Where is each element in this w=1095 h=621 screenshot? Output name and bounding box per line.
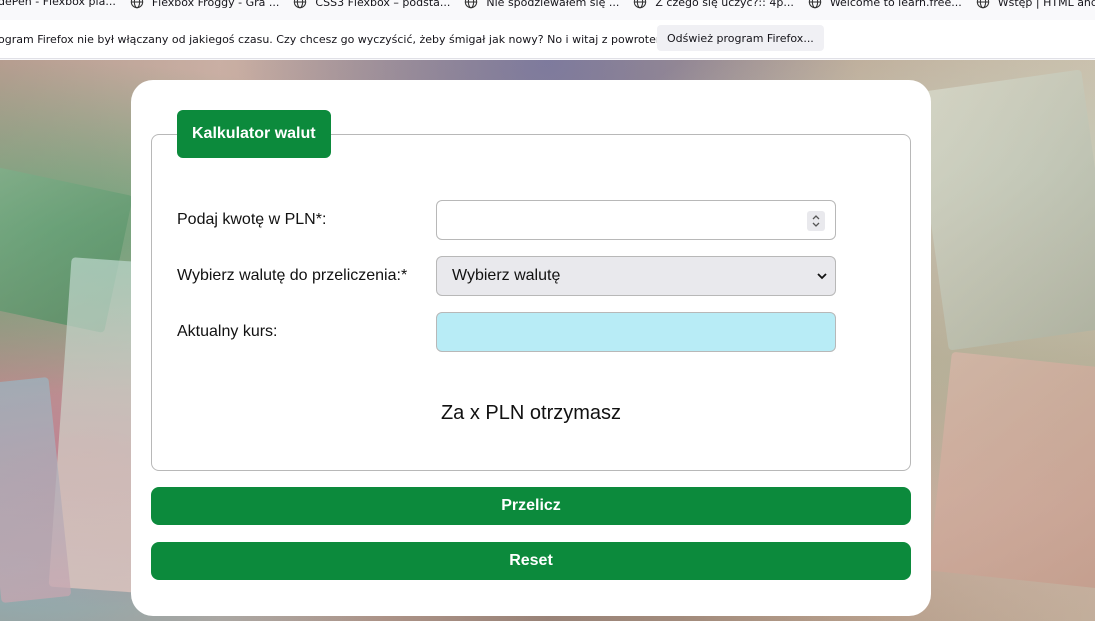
- globe-icon: [294, 0, 307, 9]
- number-spinner[interactable]: [807, 211, 825, 231]
- result-text: Za x PLN otrzymasz: [440, 402, 622, 424]
- banknote-decoration: [912, 69, 1095, 351]
- banknote-decoration: [928, 351, 1095, 589]
- notification-message: ogram Firefox nie był włączany od jakieg…: [0, 32, 671, 46]
- chevron-down-icon: [817, 273, 827, 280]
- bookmark-item[interactable]: Nie spodziewałem się ...: [464, 0, 619, 9]
- globe-icon: [634, 0, 647, 9]
- bookmark-label: dePen - Flexbox pla...: [0, 0, 116, 8]
- bookmark-label: Welcome to learn.free...: [829, 0, 962, 9]
- bookmark-item[interactable]: Welcome to learn.free...: [808, 0, 962, 9]
- currency-label: Wybierz walutę do przeliczenia:*: [177, 267, 408, 284]
- spinner-down-icon[interactable]: [811, 221, 821, 228]
- bookmark-label: CSS3 Flexbox – podsta...: [315, 0, 451, 9]
- bookmark-item[interactable]: Wstęp | HTML and CS...: [976, 0, 1095, 9]
- currency-select-value: Wybierz walutę: [452, 267, 561, 284]
- bookmark-label: Flexbox Froggy - Gra ...: [151, 0, 280, 9]
- convert-button[interactable]: Przelicz: [151, 487, 911, 525]
- bookmark-item[interactable]: CSS3 Flexbox – podsta...: [293, 0, 450, 9]
- spinner-up-icon[interactable]: [811, 214, 821, 221]
- rate-field: [436, 312, 836, 352]
- globe-icon: [976, 0, 989, 9]
- refresh-firefox-button[interactable]: Odśwież program Firefox...: [657, 25, 824, 51]
- bookmark-label: Z czego się uczyć?:: 4p...: [655, 0, 794, 9]
- refresh-notification-bar: ogram Firefox nie był włączany od jakieg…: [0, 20, 1095, 59]
- calculator-title: Kalkulator walut: [177, 110, 331, 158]
- rate-label: Aktualny kurs:: [177, 323, 278, 340]
- currency-select[interactable]: Wybierz walutę: [436, 256, 836, 296]
- bookmark-label: Nie spodziewałem się ...: [486, 0, 620, 9]
- globe-icon: [465, 0, 478, 9]
- currency-calculator-card: Kalkulator walut Podaj kwotę w PLN*: Wyb…: [131, 80, 931, 616]
- amount-input[interactable]: [436, 200, 836, 240]
- bookmark-item[interactable]: Z czego się uczyć?:: 4p...: [633, 0, 794, 9]
- amount-label: Podaj kwotę w PLN*:: [177, 211, 327, 228]
- reset-button[interactable]: Reset: [151, 542, 911, 580]
- globe-icon: [130, 0, 144, 9]
- bookmarks-toolbar: dePen - Flexbox pla... Flexbox Froggy - …: [0, 0, 1095, 20]
- bookmark-item[interactable]: dePen - Flexbox pla...: [0, 0, 116, 8]
- bookmark-label: Wstęp | HTML and CS...: [997, 0, 1095, 9]
- bookmark-item[interactable]: Flexbox Froggy - Gra ...: [130, 0, 280, 9]
- globe-icon: [808, 0, 822, 9]
